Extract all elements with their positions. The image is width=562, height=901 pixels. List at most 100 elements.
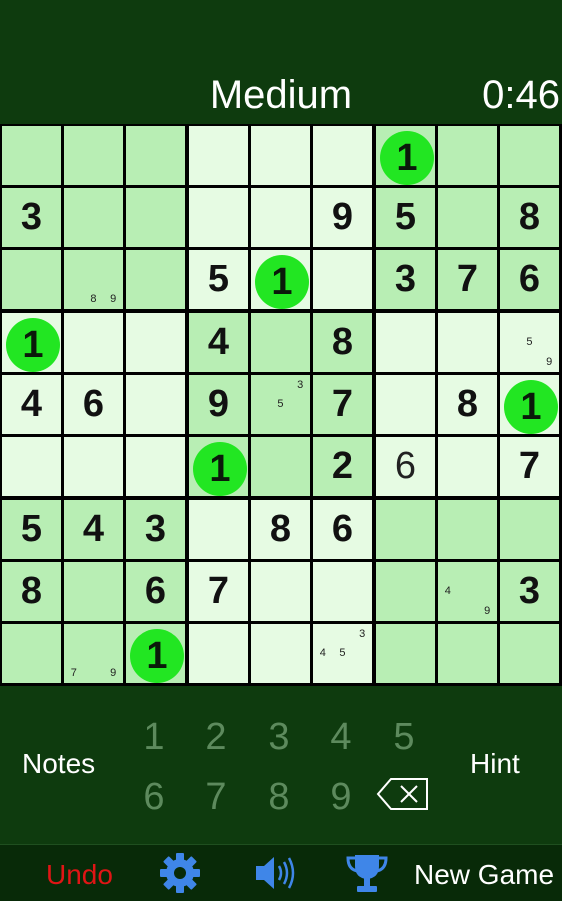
- board-cell[interactable]: [2, 250, 61, 309]
- board-cell[interactable]: [438, 126, 497, 185]
- number-button[interactable]: 9: [316, 772, 366, 822]
- board-cell[interactable]: [126, 313, 185, 372]
- board-cell[interactable]: 6: [500, 250, 559, 309]
- board-cell[interactable]: [251, 437, 310, 496]
- board-cell[interactable]: 6: [376, 437, 435, 496]
- board-cell[interactable]: 49: [438, 562, 497, 621]
- board-cell[interactable]: [2, 126, 61, 185]
- board-cell[interactable]: [438, 188, 497, 247]
- number-button[interactable]: 5: [379, 712, 429, 762]
- board-cell[interactable]: [313, 562, 372, 621]
- board-cell[interactable]: 6: [126, 562, 185, 621]
- board-cell[interactable]: 8: [500, 188, 559, 247]
- number-button[interactable]: 4: [316, 712, 366, 762]
- board-cell[interactable]: [500, 624, 559, 683]
- board-cell[interactable]: 7: [313, 375, 372, 434]
- board-cell[interactable]: [438, 624, 497, 683]
- board-cell[interactable]: 3: [126, 500, 185, 559]
- board-cell[interactable]: 8: [313, 313, 372, 372]
- board-cell[interactable]: [126, 250, 185, 309]
- board-cell[interactable]: 3: [500, 562, 559, 621]
- board-cell[interactable]: [251, 126, 310, 185]
- board-cell[interactable]: [313, 126, 372, 185]
- board-cell[interactable]: [2, 437, 61, 496]
- board-cell[interactable]: 7: [438, 250, 497, 309]
- board-cell[interactable]: [126, 188, 185, 247]
- board-cell[interactable]: [189, 188, 248, 247]
- given-digit: 6: [82, 383, 105, 425]
- hint-button[interactable]: Hint: [470, 748, 520, 780]
- undo-button[interactable]: Undo: [46, 859, 113, 891]
- gear-icon[interactable]: [158, 851, 202, 895]
- new-game-button[interactable]: New Game: [414, 859, 554, 891]
- board-cell[interactable]: [251, 624, 310, 683]
- board-cell[interactable]: 5: [189, 250, 248, 309]
- board-cell[interactable]: [64, 562, 123, 621]
- board-cell[interactable]: 9: [313, 188, 372, 247]
- board-cell[interactable]: [189, 500, 248, 559]
- board-cell[interactable]: 3: [2, 188, 61, 247]
- board-cell[interactable]: [64, 313, 123, 372]
- board-cell[interactable]: 3 45: [313, 624, 372, 683]
- board-cell[interactable]: 3: [376, 250, 435, 309]
- board-cell[interactable]: 8: [438, 375, 497, 434]
- board-cell[interactable]: [500, 500, 559, 559]
- board-cell[interactable]: 2: [313, 437, 372, 496]
- board-cell[interactable]: 8: [2, 562, 61, 621]
- board-cell[interactable]: [2, 624, 61, 683]
- board-cell[interactable]: 35: [251, 375, 310, 434]
- board-cell[interactable]: [126, 437, 185, 496]
- board-cell[interactable]: [313, 250, 372, 309]
- board-cell[interactable]: 8: [251, 500, 310, 559]
- board-cell[interactable]: 5: [376, 188, 435, 247]
- number-button[interactable]: 1: [129, 712, 179, 762]
- board-cell[interactable]: [64, 437, 123, 496]
- board-cell[interactable]: 6: [64, 375, 123, 434]
- number-button[interactable]: 6: [129, 772, 179, 822]
- board-cell[interactable]: [438, 313, 497, 372]
- trophy-icon[interactable]: [344, 851, 390, 895]
- board-cell[interactable]: [251, 313, 310, 372]
- board-cell[interactable]: [376, 313, 435, 372]
- board-cell[interactable]: 1: [126, 624, 185, 683]
- board-cell[interactable]: 1: [251, 250, 310, 309]
- board-cell[interactable]: [376, 562, 435, 621]
- board-cell[interactable]: 1: [2, 313, 61, 372]
- board-cell[interactable]: 1: [189, 437, 248, 496]
- board-cell[interactable]: [376, 500, 435, 559]
- board-cell[interactable]: [189, 126, 248, 185]
- backspace-icon[interactable]: [375, 776, 431, 812]
- board-cell[interactable]: [376, 624, 435, 683]
- speaker-icon[interactable]: [252, 851, 298, 895]
- board-cell[interactable]: [64, 126, 123, 185]
- board-cell[interactable]: 89: [64, 250, 123, 309]
- board-cell[interactable]: [438, 500, 497, 559]
- notes-button[interactable]: Notes: [22, 748, 95, 780]
- board-cell[interactable]: 4: [64, 500, 123, 559]
- board-cell[interactable]: [376, 375, 435, 434]
- board-cell[interactable]: [251, 562, 310, 621]
- board-cell[interactable]: 59: [500, 313, 559, 372]
- board-cell[interactable]: 79: [64, 624, 123, 683]
- board-cell[interactable]: 7: [500, 437, 559, 496]
- board-cell[interactable]: [126, 375, 185, 434]
- timer: 0:46: [482, 73, 560, 117]
- board-cell[interactable]: [500, 126, 559, 185]
- number-button[interactable]: 8: [254, 772, 304, 822]
- board-cell[interactable]: 7: [189, 562, 248, 621]
- board-cell[interactable]: 9: [189, 375, 248, 434]
- board-cell[interactable]: 1: [500, 375, 559, 434]
- board-cell[interactable]: [126, 126, 185, 185]
- number-button[interactable]: 7: [191, 772, 241, 822]
- board-cell[interactable]: [251, 188, 310, 247]
- board-cell[interactable]: 4: [2, 375, 61, 434]
- number-button[interactable]: 2: [191, 712, 241, 762]
- board-cell[interactable]: [189, 624, 248, 683]
- board-cell[interactable]: [438, 437, 497, 496]
- board-cell[interactable]: 5: [2, 500, 61, 559]
- board-cell[interactable]: 6: [313, 500, 372, 559]
- number-button[interactable]: 3: [254, 712, 304, 762]
- board-cell[interactable]: [64, 188, 123, 247]
- board-cell[interactable]: 1: [376, 126, 435, 185]
- board-cell[interactable]: 4: [189, 313, 248, 372]
